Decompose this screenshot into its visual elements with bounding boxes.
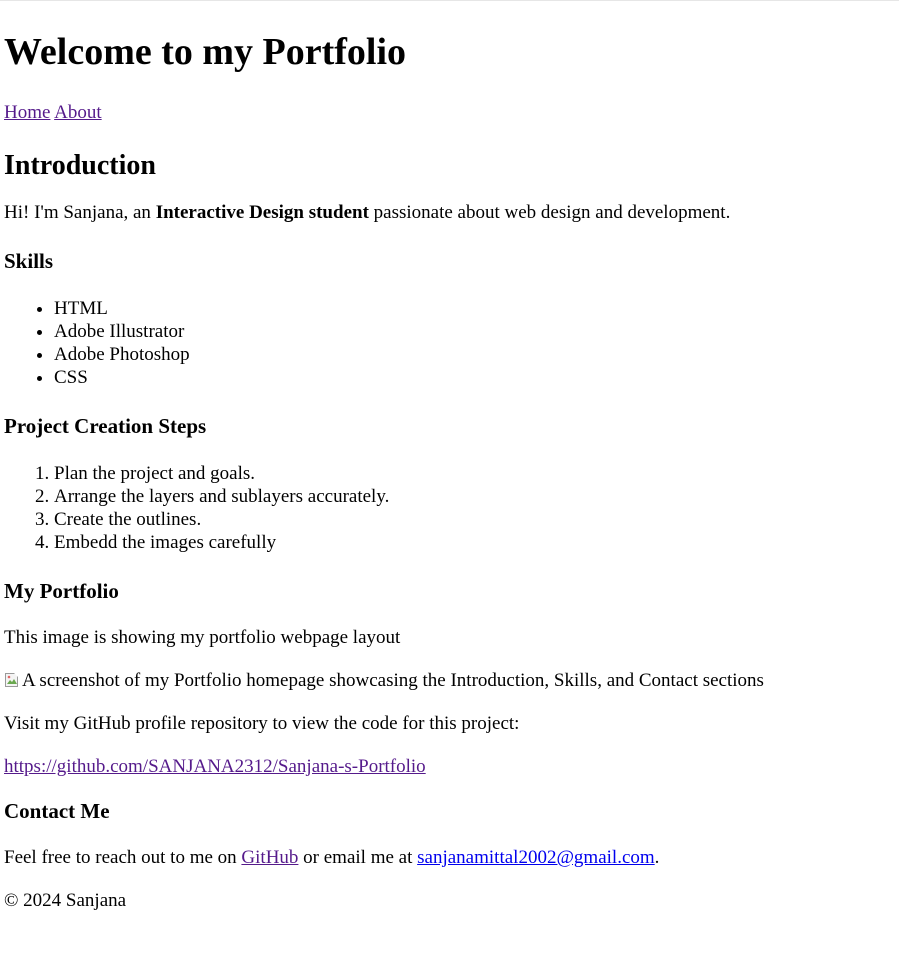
image-alt-text: A screenshot of my Portfolio homepage sh… xyxy=(22,670,764,691)
contact-heading: Contact Me xyxy=(4,799,110,823)
skill-item: Adobe Photoshop xyxy=(54,343,895,366)
nav-link-home[interactable]: Home xyxy=(4,102,50,123)
step-item: Arrange the layers and sublayers accurat… xyxy=(54,485,895,508)
github-repo-link[interactable]: https://github.com/SANJANA2312/Sanjana-s… xyxy=(4,756,426,777)
footer-copyright: © 2024 Sanjana xyxy=(4,890,127,911)
github-repo-paragraph: https://github.com/SANJANA2312/Sanjana-s… xyxy=(4,756,895,778)
step-item: Plan the project and goals. xyxy=(54,462,895,485)
broken-image-icon xyxy=(4,672,20,688)
contact-email-link[interactable]: sanjanamittal2002@gmail.com xyxy=(417,847,655,868)
skill-item: HTML xyxy=(54,297,895,320)
portfolio-image: A screenshot of my Portfolio homepage sh… xyxy=(4,670,895,692)
steps-heading: Project Creation Steps xyxy=(4,414,207,438)
contact-text-start: Feel free to reach out to me on xyxy=(4,847,242,868)
step-item: Create the outlines. xyxy=(54,508,895,531)
intro-text: Hi! I'm Sanjana, an Interactive Design s… xyxy=(4,202,895,224)
github-intro-text: Visit my GitHub profile repository to vi… xyxy=(4,713,520,734)
step-item: Embedd the images carefully xyxy=(54,531,895,554)
intro-bold-text: Interactive Design student xyxy=(155,202,369,223)
nav-link-about[interactable]: About xyxy=(54,102,102,123)
intro-text-start: Hi! I'm Sanjana, an xyxy=(4,202,156,223)
contact-github-link[interactable]: GitHub xyxy=(241,847,298,868)
intro-text-end: passionate about web design and developm… xyxy=(368,202,731,223)
contact-text-middle: or email me at xyxy=(298,847,418,868)
skills-list: HTML Adobe Illustrator Adobe Photoshop C… xyxy=(4,297,895,389)
top-divider xyxy=(0,0,899,1)
main-nav: Home About xyxy=(4,102,895,124)
page-title: Welcome to my Portfolio xyxy=(4,31,407,73)
skills-heading: Skills xyxy=(4,249,54,273)
contact-text: Feel free to reach out to me on GitHub o… xyxy=(4,847,895,869)
skill-item: CSS xyxy=(54,366,895,389)
steps-list: Plan the project and goals. Arrange the … xyxy=(4,462,895,554)
portfolio-heading: My Portfolio xyxy=(4,579,119,603)
page: Welcome to my Portfolio Home About Intro… xyxy=(0,30,899,912)
portfolio-description: This image is showing my portfolio webpa… xyxy=(4,627,401,648)
contact-text-end: . xyxy=(654,847,660,868)
skill-item: Adobe Illustrator xyxy=(54,320,895,343)
intro-heading: Introduction xyxy=(4,150,156,181)
